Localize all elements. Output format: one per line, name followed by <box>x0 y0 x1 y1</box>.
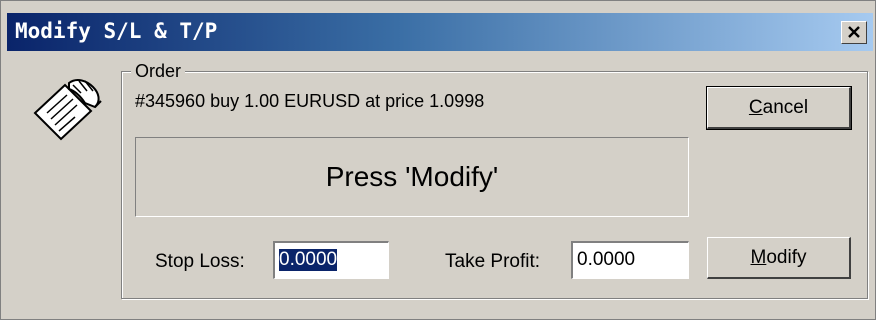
message-text: Press 'Modify' <box>325 161 499 192</box>
modify-sl-tp-dialog: Modify S/L & T/P Order #345960 buy 1.00 … <box>0 0 876 320</box>
modify-label: odify <box>766 246 807 268</box>
take-profit-label: Take Profit: <box>445 251 541 272</box>
take-profit-value: 0.0000 <box>577 249 636 270</box>
take-profit-input[interactable]: 0.0000 <box>571 241 689 279</box>
stop-loss-input[interactable]: 0.0000 <box>273 241 389 279</box>
cancel-accelerator: C <box>748 96 763 118</box>
cancel-label: ancel <box>762 96 809 118</box>
title-bar[interactable]: Modify S/L & T/P <box>7 13 873 51</box>
hand-document-icon <box>33 79 102 141</box>
modify-accelerator: M <box>750 246 767 268</box>
cancel-button[interactable]: Cancel <box>706 86 852 130</box>
order-description: #345960 buy 1.00 EURUSD at price 1.0998 <box>135 91 485 111</box>
stop-loss-label: Stop Loss: <box>155 251 245 272</box>
modify-button[interactable]: Modify <box>707 237 851 279</box>
order-group-label: Order <box>131 61 186 81</box>
message-panel: Press 'Modify' <box>135 137 689 217</box>
close-icon <box>848 26 860 38</box>
stop-loss-value: 0.0000 <box>279 249 338 271</box>
window-title: Modify S/L & T/P <box>15 19 218 43</box>
close-button[interactable] <box>841 21 867 44</box>
